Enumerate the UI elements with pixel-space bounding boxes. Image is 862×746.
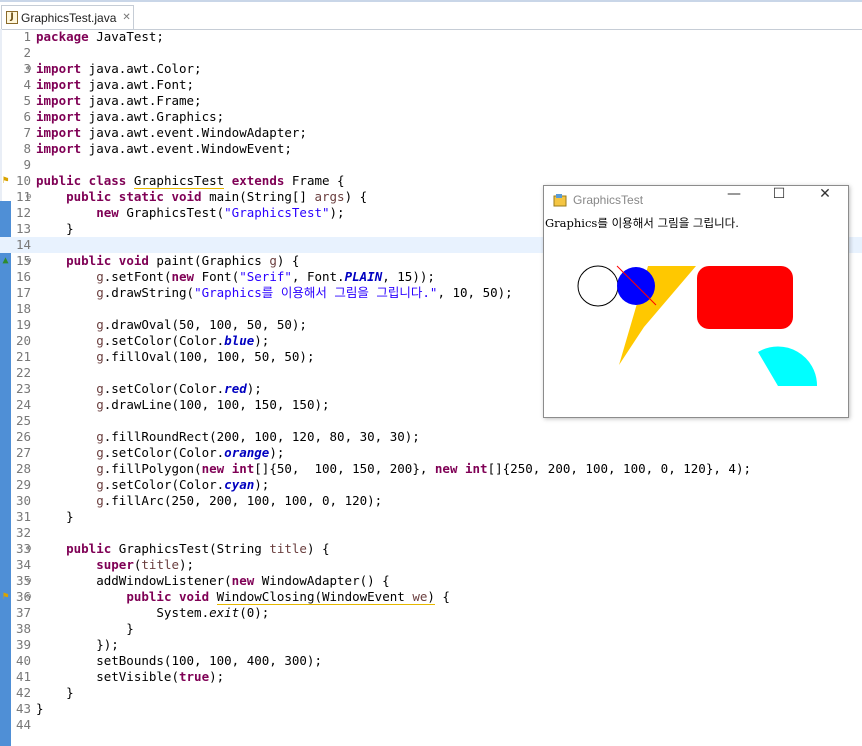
code-line[interactable]: 33 ⊖ public GraphicsTest(String title) { <box>0 541 862 557</box>
code-line[interactable]: 9 <box>0 157 862 173</box>
code-line[interactable]: 34 super(title); <box>0 557 862 573</box>
code-line[interactable]: 3 ⊖ import java.awt.Color; <box>0 61 862 77</box>
code-line[interactable]: 27 g.setColor(Color.orange); <box>0 445 862 461</box>
window-title-bar[interactable]: GraphicsTest — ☐ ✕ <box>544 186 848 216</box>
code-line[interactable]: 32 <box>0 525 862 541</box>
editor-tab-bar: J GraphicsTest.java ✕ <box>0 0 862 29</box>
code-line[interactable]: 35 ⊖ addWindowListener(new WindowAdapter(… <box>0 573 862 589</box>
code-line[interactable]: 39 }); <box>0 637 862 653</box>
code-line[interactable]: 6 import java.awt.Graphics; <box>0 109 862 125</box>
tab-label: GraphicsTest.java <box>21 10 117 25</box>
tab-bar-top-border <box>0 0 862 2</box>
window-title: GraphicsTest <box>573 193 644 207</box>
code-line[interactable]: 29 g.setColor(Color.cyan); <box>0 477 862 493</box>
fold-icon[interactable]: ⊖ <box>26 541 31 557</box>
graphicstest-window[interactable]: GraphicsTest — ☐ ✕ Graphics를 이용해서 그림을 그립… <box>543 185 849 418</box>
drawing-canvas: Graphics를 이용해서 그림을 그립니다. <box>544 214 848 417</box>
outline-oval <box>577 265 619 307</box>
red-round-rect <box>697 266 793 329</box>
tab-close-icon[interactable]: ✕ <box>122 12 130 23</box>
fold-icon[interactable]: ⊖ <box>26 589 31 605</box>
code-line[interactable]: 38 } <box>0 621 862 637</box>
code-line[interactable]: 5 import java.awt.Frame; <box>0 93 862 109</box>
code-line[interactable]: ⚑ 36 ⊖ public void WindowClosing(WindowEve… <box>0 589 862 605</box>
code-line[interactable]: 43} <box>0 701 862 717</box>
code-line[interactable]: 41 setVisible(true); <box>0 669 862 685</box>
fold-icon[interactable]: ⊖ <box>26 61 31 77</box>
code-line[interactable]: 8 import java.awt.event.WindowEvent; <box>0 141 862 157</box>
code-line[interactable]: 31 } <box>0 509 862 525</box>
fold-icon[interactable]: ⊖ <box>26 189 31 205</box>
java-file-icon: J <box>6 11 18 24</box>
code-line[interactable]: 7 import java.awt.event.WindowAdapter; <box>0 125 862 141</box>
cyan-arc <box>758 346 818 386</box>
app-icon <box>553 194 567 207</box>
code-line[interactable]: 2 <box>0 45 862 61</box>
tab-graphicstest-java[interactable]: J GraphicsTest.java ✕ <box>1 5 134 29</box>
canvas-drawing <box>577 265 818 386</box>
blue-filled-oval <box>617 267 655 305</box>
minimize-button[interactable]: — <box>711 186 757 216</box>
code-line[interactable]: 42 } <box>0 685 862 701</box>
code-line[interactable]: 26 g.fillRoundRect(200, 100, 120, 80, 30… <box>0 429 862 445</box>
code-line[interactable]: 30 g.fillArc(250, 200, 100, 100, 0, 120)… <box>0 493 862 509</box>
code-line[interactable]: 40 setBounds(100, 100, 400, 300); <box>0 653 862 669</box>
close-button[interactable]: ✕ <box>802 186 848 216</box>
code-line[interactable]: 1 package JavaTest; <box>0 29 862 45</box>
fold-icon[interactable]: ⊖ <box>26 253 31 269</box>
code-line[interactable]: 37 System.exit(0); <box>0 605 862 621</box>
fold-icon[interactable]: ⊖ <box>26 573 31 589</box>
maximize-button[interactable]: ☐ <box>756 186 802 216</box>
code-line[interactable]: 28 g.fillPolygon(new int[]{50, 100, 150,… <box>0 461 862 477</box>
code-line[interactable]: 44 <box>0 717 862 733</box>
code-line[interactable]: 4 import java.awt.Font; <box>0 77 862 93</box>
